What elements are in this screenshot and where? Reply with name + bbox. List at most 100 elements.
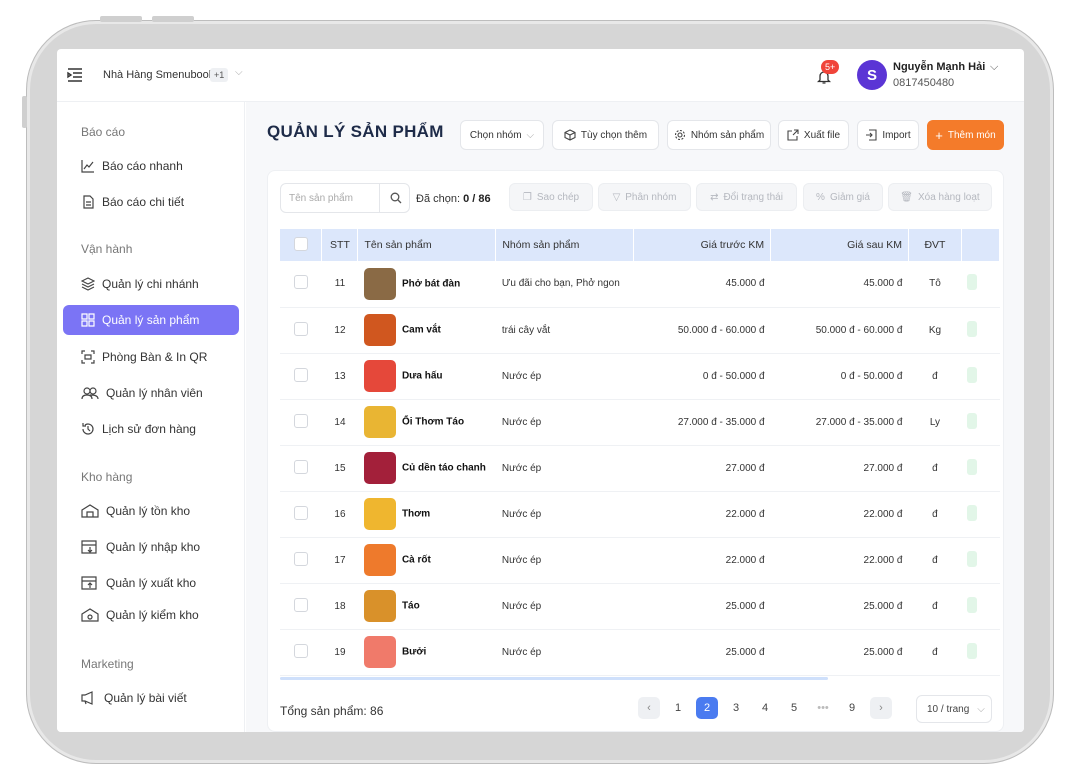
product-name[interactable]: Phở bát đàn xyxy=(402,278,460,289)
cell-price-before: 50.000 đ - 60.000 đ xyxy=(633,307,771,354)
product-groups-button[interactable]: Nhóm sản phẩm xyxy=(667,120,771,150)
column-header-stt[interactable]: STT xyxy=(321,229,359,261)
column-header-group[interactable]: Nhóm sản phẩm xyxy=(495,229,635,261)
product-name[interactable]: Củ dền táo chanh xyxy=(402,463,486,474)
sidebar-item-branches[interactable]: Quản lý chi nhánh xyxy=(63,269,239,299)
next-page-button[interactable]: › xyxy=(870,697,892,719)
cell-name: Cam vắt xyxy=(357,307,496,354)
add-product-button[interactable]: + Thêm món xyxy=(927,120,1004,150)
row-checkbox[interactable] xyxy=(293,597,308,612)
product-thumbnail xyxy=(363,452,396,484)
table-row[interactable]: 14 Ổi Thơm Táo Nước ép 27.000 đ - 35.000 đ2… xyxy=(280,399,1000,446)
copy-button[interactable]: ❐ Sao chép xyxy=(509,183,593,211)
sidebar-item-detail-report[interactable]: Báo cáo chi tiết xyxy=(63,187,239,217)
table-row[interactable]: 16 Thơm Nước ép 22.000 đ 22.000 đđ xyxy=(280,491,1000,538)
sidebar-item-tables-qr[interactable]: Phòng Bàn & In QR xyxy=(63,342,239,372)
product-thumbnail xyxy=(363,406,396,438)
swap-icon: ⇄ xyxy=(710,191,719,203)
row-checkbox[interactable] xyxy=(293,505,308,520)
page-button[interactable]: 2 xyxy=(696,697,718,719)
column-header-name[interactable]: Tên sản phẩm xyxy=(357,229,497,261)
search-input[interactable]: Tên sản phẩm xyxy=(280,183,410,213)
sidebar-item-inventory-check[interactable]: Quản lý kiểm kho xyxy=(63,600,239,630)
grid-icon xyxy=(81,313,95,327)
import-button[interactable]: Import xyxy=(857,120,919,150)
discount-button[interactable]: % Giảm giá xyxy=(803,183,883,211)
more-options-button[interactable]: Tùy chọn thêm xyxy=(552,120,659,150)
sidebar-item-import-stock[interactable]: Quản lý nhập kho xyxy=(63,532,239,562)
page-button[interactable]: 9 xyxy=(841,697,863,719)
sidebar-item-products[interactable]: Quản lý sản phẩm xyxy=(63,305,239,335)
table-row[interactable]: 19 Bưởi Nước ép 25.000 đ 25.000 đđ xyxy=(280,629,1000,676)
column-header-price-after[interactable]: Giá sau KM xyxy=(770,229,909,261)
cell-name: Thơm xyxy=(357,491,496,538)
page-button[interactable]: 5 xyxy=(783,697,805,719)
prev-page-button[interactable]: ‹ xyxy=(638,697,660,719)
sidebar-item-label: Quản lý chi nhánh xyxy=(102,277,199,291)
table-row[interactable]: 15 Củ dền táo chanh Nước ép 27.000 đ 27.000 … xyxy=(280,445,1000,492)
device-button xyxy=(100,16,142,22)
chevron-down-icon: ⌵ xyxy=(977,703,985,715)
row-checkbox[interactable] xyxy=(293,275,308,290)
sidebar-item-posts[interactable]: Quản lý bài viết xyxy=(63,683,239,713)
selected-label: Đã chọn: xyxy=(416,193,461,205)
page-button[interactable]: 1 xyxy=(667,697,689,719)
cell-stt: 18 xyxy=(321,583,358,630)
column-header-unit[interactable]: ĐVT xyxy=(908,229,962,261)
table-row[interactable]: 11 Phở bát đàn Ưu đãi cho bạn, Phở ngon 45.… xyxy=(280,261,1000,308)
chart-line-icon xyxy=(81,160,94,173)
cell-group: Nước ép xyxy=(495,399,634,446)
product-name[interactable]: Bưởi xyxy=(402,647,426,658)
cell-name: Ổi Thơm Táo xyxy=(357,399,496,446)
group-assign-button[interactable]: ▽ Phân nhóm xyxy=(598,183,691,211)
search-button[interactable] xyxy=(379,184,411,212)
row-checkbox[interactable] xyxy=(293,321,308,336)
product-name[interactable]: Cam vắt xyxy=(402,325,441,336)
store-name[interactable]: Nhà Hàng Smenubook xyxy=(103,69,214,81)
sidebar-item-staff[interactable]: Quản lý nhân viên xyxy=(63,378,239,408)
cell-stt: 17 xyxy=(321,537,358,584)
column-header-price-before[interactable]: Giá trước KM xyxy=(633,229,772,261)
group-select[interactable]: Chọn nhóm ⌵ xyxy=(460,120,544,150)
menu-collapse-icon[interactable] xyxy=(67,68,83,82)
change-status-button[interactable]: ⇄ Đổi trạng thái xyxy=(696,183,797,211)
table-row[interactable]: 18 Táo Nước ép 25.000 đ 25.000 đđ xyxy=(280,583,1000,630)
product-name[interactable]: Dưa hấu xyxy=(402,371,443,382)
cell-status xyxy=(961,399,1000,446)
page-button[interactable]: 4 xyxy=(754,697,776,719)
selected-count: Đã chọn: 0 / 86 xyxy=(416,193,491,205)
row-checkbox[interactable] xyxy=(293,413,308,428)
row-checkbox[interactable] xyxy=(293,367,308,382)
row-checkbox[interactable] xyxy=(293,551,308,566)
product-name[interactable]: Cà rốt xyxy=(402,555,431,566)
sidebar: Báo cáo Báo cáo nhanh Báo cáo chi tiết V… xyxy=(57,102,245,732)
page-button[interactable]: 3 xyxy=(725,697,747,719)
chevron-down-icon[interactable]: ⌵ xyxy=(235,67,243,78)
sidebar-item-stock[interactable]: Quản lý tồn kho xyxy=(63,496,239,526)
sidebar-item-label: Báo cáo nhanh xyxy=(102,159,183,173)
table-row[interactable]: 17 Cà rốt Nước ép 22.000 đ 22.000 đđ xyxy=(280,537,1000,584)
product-name[interactable]: Ổi Thơm Táo xyxy=(402,417,464,428)
user-name[interactable]: Nguyễn Mạnh Hải xyxy=(893,61,985,73)
product-thumbnail xyxy=(363,360,396,392)
device-button xyxy=(152,16,194,22)
table-row[interactable]: 13 Dưa hấu Nước ép 0 đ - 50.000 đ0 đ - 50.0… xyxy=(280,353,1000,400)
row-checkbox[interactable] xyxy=(293,643,308,658)
chevron-down-icon[interactable]: ⌵ xyxy=(990,61,998,74)
sidebar-item-export-stock[interactable]: Quản lý xuất kho xyxy=(63,568,239,598)
product-name[interactable]: Táo xyxy=(402,601,420,612)
cell-price-before: 22.000 đ xyxy=(633,537,771,584)
export-file-button[interactable]: Xuất file xyxy=(778,120,849,150)
select-all-checkbox[interactable] xyxy=(293,236,308,251)
product-name[interactable]: Thơm xyxy=(402,509,430,520)
row-checkbox[interactable] xyxy=(293,459,308,474)
horizontal-scrollbar[interactable] xyxy=(280,677,828,680)
product-thumbnail xyxy=(363,314,396,346)
bulk-delete-button[interactable]: 🗑 Xóa hàng loạt xyxy=(888,183,992,211)
page-size-select[interactable]: 10 / trang ⌵ xyxy=(916,695,992,723)
avatar[interactable]: S xyxy=(857,60,887,90)
cell-status xyxy=(961,353,1000,400)
table-row[interactable]: 12 Cam vắt trái cây vắt 50.000 đ - 60.000 đ… xyxy=(280,307,1000,354)
sidebar-item-quick-report[interactable]: Báo cáo nhanh xyxy=(63,151,239,181)
sidebar-item-order-history[interactable]: Lịch sử đơn hàng xyxy=(63,414,239,444)
